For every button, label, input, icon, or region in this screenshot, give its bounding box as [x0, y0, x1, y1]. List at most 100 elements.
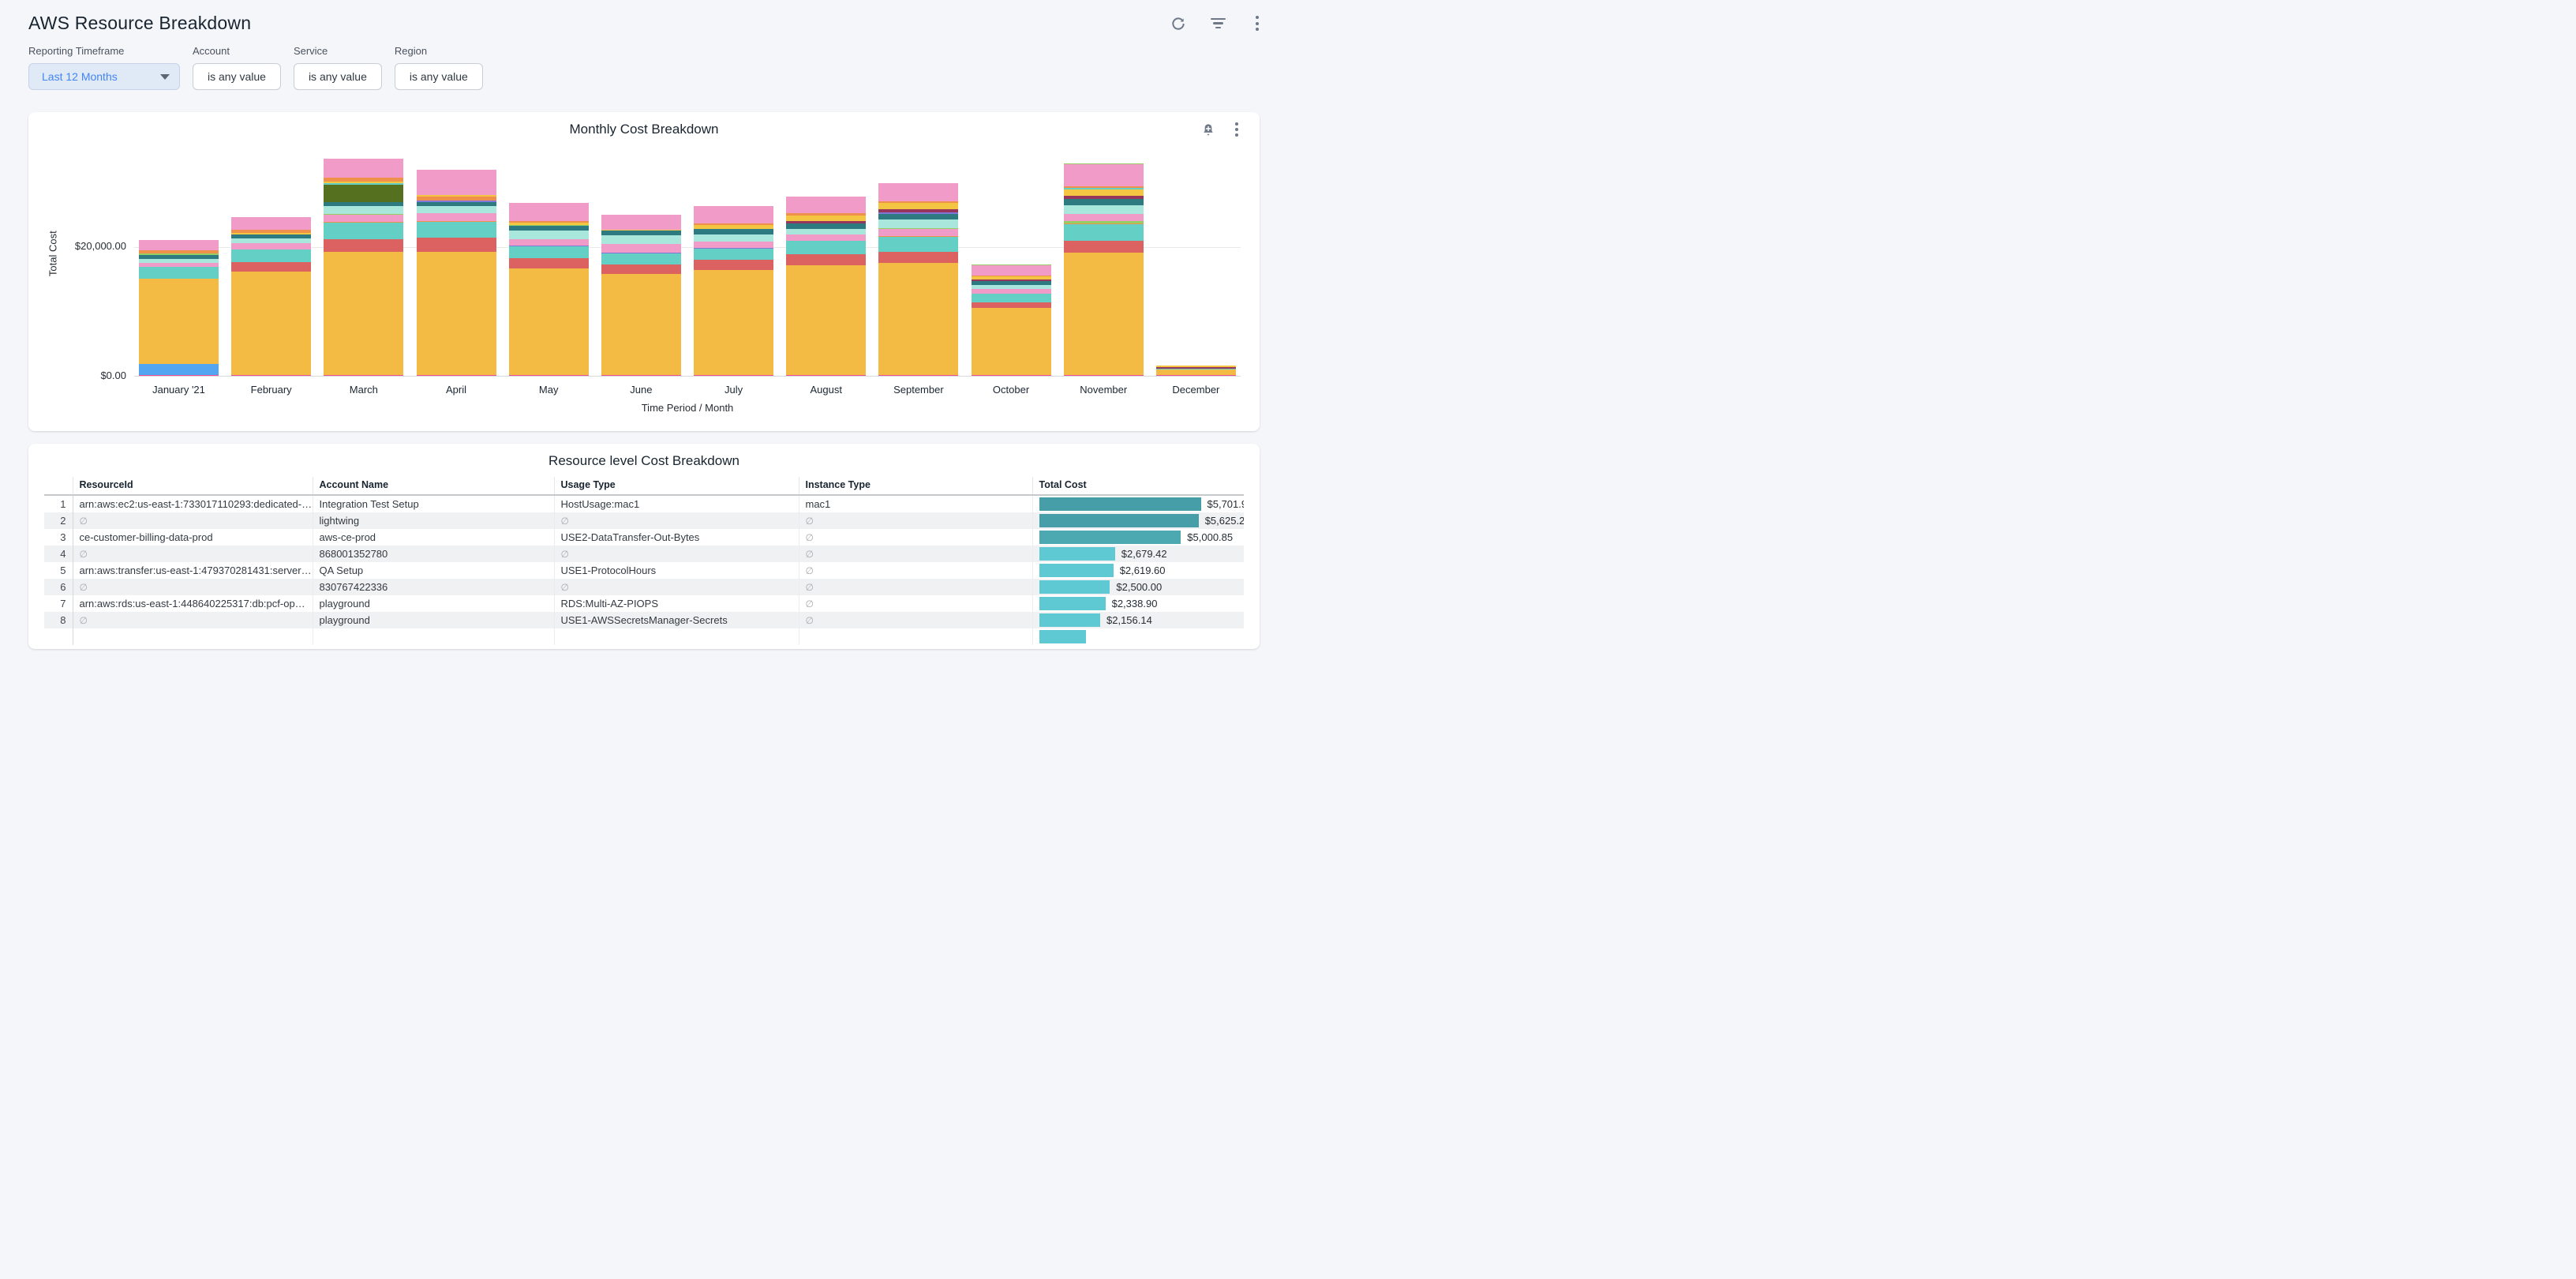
bar-segment-yellow[interactable] [878, 203, 958, 209]
bar-segment-magenta[interactable] [139, 375, 219, 376]
table-row[interactable]: 7arn:aws:rds:us-east-1:448640225317:db:p… [44, 595, 1244, 612]
chart-more-icon[interactable] [1230, 122, 1244, 137]
bar-segment-teal[interactable] [878, 237, 958, 252]
bar-segment-pink[interactable] [324, 159, 403, 177]
stacked-bar-June[interactable] [601, 215, 681, 376]
stacked-bar-February[interactable] [231, 217, 311, 376]
stacked-bar-December[interactable] [1156, 366, 1236, 376]
bar-segment-red[interactable] [786, 254, 866, 265]
stacked-bar-April[interactable] [417, 170, 496, 376]
bar-segment-amber[interactable] [231, 272, 311, 375]
bar-segment-teal[interactable] [139, 267, 219, 279]
bar-segment-pink[interactable] [878, 183, 958, 201]
bar-segment-mint[interactable] [694, 234, 773, 242]
table-row[interactable]: 5arn:aws:transfer:us-east-1:479370281431… [44, 562, 1244, 579]
alert-bell-plus-icon[interactable] [1201, 122, 1215, 137]
bar-segment-teal[interactable] [601, 253, 681, 264]
bar-segment-pink[interactable] [324, 215, 403, 222]
table-row[interactable]: 2∅lightwing∅∅$5,625.22 [44, 512, 1244, 529]
bar-segment-teal[interactable] [694, 249, 773, 260]
bar-segment-teal[interactable] [972, 294, 1051, 302]
table-row-partial[interactable] [44, 628, 1244, 645]
bar-segment-amber[interactable] [601, 274, 681, 374]
bar-segment-red[interactable] [878, 252, 958, 263]
bar-segment-pink[interactable] [694, 242, 773, 248]
stacked-bar-September[interactable] [878, 183, 958, 376]
table-row[interactable]: 8∅playgroundUSE1-AWSSecretsManager-Secre… [44, 612, 1244, 628]
bar-segment-teal[interactable] [509, 246, 589, 258]
bar-segment-darkteal[interactable] [694, 229, 773, 234]
bar-segment-pink[interactable] [694, 206, 773, 223]
stacked-bar-October[interactable] [972, 264, 1051, 376]
bar-segment-pink[interactable] [231, 243, 311, 249]
stacked-bar-May[interactable] [509, 203, 589, 376]
table-row[interactable]: 1arn:aws:ec2:us-east-1:733017110293:dedi… [44, 495, 1244, 512]
bar-segment-pink[interactable] [417, 170, 496, 195]
col-resource-id[interactable]: ResourceId [73, 477, 313, 495]
bar-segment-red[interactable] [509, 258, 589, 268]
bar-segment-magenta[interactable] [694, 375, 773, 376]
bar-segment-mint[interactable] [509, 231, 589, 239]
bar-segment-magenta[interactable] [324, 375, 403, 376]
bar-segment-mint[interactable] [786, 229, 866, 234]
bar-segment-magenta[interactable] [786, 375, 866, 376]
bar-segment-amber[interactable] [878, 263, 958, 375]
bar-segment-amber[interactable] [972, 308, 1051, 375]
bar-segment-mint[interactable] [878, 219, 958, 228]
bar-segment-pink[interactable] [139, 240, 219, 249]
stacked-bar-November[interactable] [1064, 163, 1144, 376]
timeframe-dropdown[interactable]: Last 12 Months [28, 63, 180, 90]
stacked-bar-July[interactable] [694, 206, 773, 376]
bar-segment-darkteal[interactable] [1064, 199, 1144, 205]
bar-segment-red[interactable] [972, 302, 1051, 308]
col-instance-type[interactable]: Instance Type [799, 477, 1032, 495]
bar-segment-pink[interactable] [1064, 164, 1144, 186]
bar-segment-amber[interactable] [509, 268, 589, 375]
stacked-bar-March[interactable] [324, 159, 403, 376]
table-row[interactable]: 4∅868001352780∅∅$2,679.42 [44, 546, 1244, 562]
bar-segment-pink[interactable] [786, 234, 866, 241]
bar-segment-pink[interactable] [601, 244, 681, 252]
col-total-cost[interactable]: Total Cost [1032, 477, 1244, 495]
bar-segment-blue[interactable] [139, 364, 219, 375]
table-row[interactable]: 6∅830767422336∅∅$2,500.00 [44, 579, 1244, 595]
region-filter-button[interactable]: is any value [395, 63, 483, 90]
bar-segment-magenta[interactable] [1064, 375, 1144, 376]
bar-segment-pink[interactable] [1064, 214, 1144, 221]
bar-segment-amber[interactable] [417, 252, 496, 375]
table-row[interactable]: 3ce-customer-billing-data-prodaws-ce-pro… [44, 529, 1244, 546]
bar-segment-teal[interactable] [231, 249, 311, 262]
bar-segment-pink[interactable] [231, 217, 311, 229]
bar-segment-pink[interactable] [601, 215, 681, 230]
bar-segment-darkteal[interactable] [878, 214, 958, 219]
bar-segment-mint[interactable] [231, 238, 311, 244]
bar-segment-amber[interactable] [139, 279, 219, 364]
stacked-bar-January '21[interactable] [139, 240, 219, 376]
bar-segment-teal[interactable] [324, 223, 403, 239]
bar-segment-magenta[interactable] [1156, 375, 1236, 376]
bar-segment-darkteal[interactable] [786, 223, 866, 229]
bar-segment-pink[interactable] [786, 197, 866, 213]
bar-segment-teal[interactable] [786, 241, 866, 253]
bar-segment-red[interactable] [417, 238, 496, 251]
bar-segment-yellow[interactable] [786, 216, 866, 221]
bar-segment-amber[interactable] [1156, 369, 1236, 375]
bar-segment-olive[interactable] [324, 185, 403, 202]
bar-segment-magenta[interactable] [972, 375, 1051, 376]
bar-segment-amber[interactable] [786, 265, 866, 375]
bar-segment-teal[interactable] [1064, 224, 1144, 241]
col-usage-type[interactable]: Usage Type [554, 477, 799, 495]
stacked-bar-August[interactable] [786, 197, 866, 376]
service-filter-button[interactable]: is any value [294, 63, 382, 90]
bar-segment-mint[interactable] [601, 235, 681, 245]
bar-segment-red[interactable] [1064, 241, 1144, 253]
bar-segment-pink[interactable] [417, 213, 496, 221]
bar-segment-mint[interactable] [1064, 205, 1144, 214]
bar-segment-pink[interactable] [509, 203, 589, 220]
filter-icon[interactable] [1209, 15, 1226, 32]
bar-segment-mint[interactable] [324, 206, 403, 214]
col-account-name[interactable]: Account Name [313, 477, 554, 495]
refresh-icon[interactable] [1170, 15, 1187, 32]
bar-segment-magenta[interactable] [417, 375, 496, 376]
bar-segment-pink[interactable] [972, 265, 1051, 276]
